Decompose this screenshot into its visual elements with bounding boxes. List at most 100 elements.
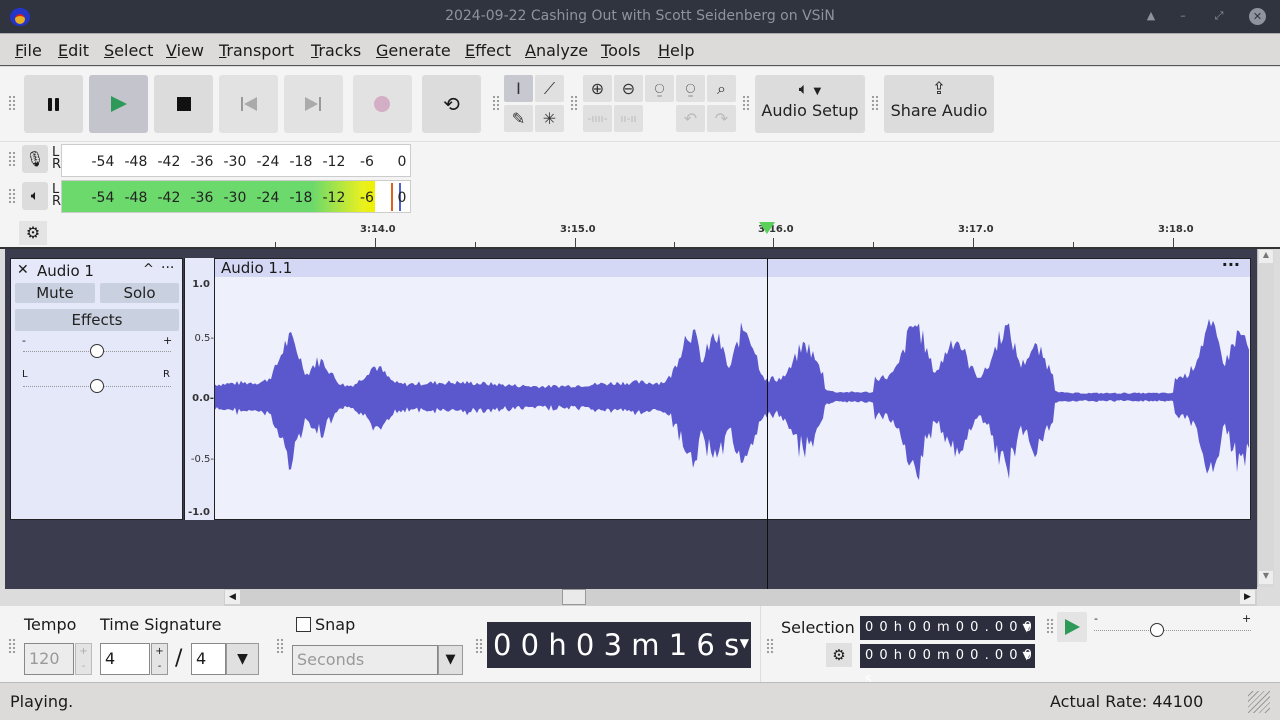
play-button[interactable] — [89, 75, 148, 133]
horizontal-scrollbar[interactable]: ◀ ▶ — [224, 589, 1257, 606]
toolbar-grip[interactable] — [475, 638, 483, 654]
skip-end-button[interactable] — [284, 75, 343, 133]
menu-tracks[interactable]: Tracks — [311, 41, 361, 60]
menu-file[interactable]: File — [15, 41, 42, 60]
record-meter[interactable]: -54 -48 -42 -36 -30 -24 -18 -12 -6 0 — [61, 144, 411, 177]
tempo-stepper[interactable]: + - — [75, 643, 92, 675]
playback-meter[interactable]: -54 -48 -42 -36 -30 -24 -18 -12 -6 0 — [61, 180, 411, 213]
timeline-ruler[interactable]: ⚙ 3:14.0 3:15.0 3:16.0 3:17.0 3:18.0 — [0, 217, 1280, 249]
effects-button[interactable]: Effects — [15, 309, 179, 331]
snap-dropdown-icon[interactable]: ▼ — [438, 645, 463, 675]
skip-start-button[interactable] — [219, 75, 278, 133]
vertical-scrollbar[interactable]: ▲ ▼ — [1257, 249, 1274, 587]
play-icon — [111, 96, 127, 112]
meter-grip[interactable] — [8, 151, 16, 167]
selection-settings-button[interactable]: ⚙ — [826, 643, 852, 667]
playback-meter-button[interactable]: 🔈︎ — [22, 182, 48, 210]
scroll-down-icon[interactable]: ▼ — [1259, 571, 1273, 584]
menu-effect[interactable]: Effect — [465, 41, 511, 60]
speed-slider-thumb[interactable] — [1149, 623, 1164, 637]
meter-grip[interactable] — [8, 188, 16, 204]
resize-grip-icon[interactable] — [1248, 691, 1270, 713]
toolbar-grip[interactable] — [742, 95, 750, 111]
menu-select[interactable]: Select — [104, 41, 153, 60]
zoom-toggle-button[interactable]: ⌕ — [707, 75, 736, 102]
toolbar-grip[interactable] — [492, 95, 500, 111]
record-button[interactable] — [353, 75, 412, 133]
track-name[interactable]: Audio 1 — [37, 262, 94, 280]
time-sig-stepper[interactable]: + - — [151, 643, 168, 675]
redo-button[interactable]: ↷ — [707, 105, 736, 132]
scroll-thumb[interactable] — [562, 589, 586, 605]
pause-button[interactable] — [24, 75, 83, 133]
fit-project-button[interactable]: ⍜ — [676, 75, 705, 102]
close-icon[interactable]: ✕ — [1249, 8, 1266, 25]
snap-checkbox[interactable] — [296, 617, 311, 632]
silence-button[interactable]: ıı-ıı — [614, 105, 643, 132]
selection-tool-button[interactable]: I — [504, 75, 533, 102]
meter-scale-label: -24 — [256, 154, 280, 170]
snap-unit-select[interactable]: Seconds — [292, 645, 438, 675]
scroll-up-icon[interactable]: ▲ — [1259, 250, 1273, 263]
record-meter-button[interactable]: 🎙︎ — [22, 145, 48, 173]
pan-slider-thumb[interactable] — [90, 379, 104, 393]
solo-button[interactable]: Solo — [100, 283, 179, 303]
gear-icon: ⚙ — [832, 646, 846, 664]
scroll-left-icon[interactable]: ◀ — [225, 590, 240, 604]
track-control-panel[interactable]: ✕ Audio 1 ^ ··· Mute Solo Effects - + L … — [10, 258, 183, 520]
speed-slider-track[interactable] — [1094, 630, 1251, 631]
menu-tools[interactable]: Tools — [601, 41, 640, 60]
speaker-icon: 🔈︎ — [30, 188, 40, 204]
timeline-settings-button[interactable]: ⚙ — [19, 221, 47, 245]
toolbar-grip[interactable] — [8, 95, 16, 111]
menu-help[interactable]: Help — [658, 41, 694, 60]
fit-selection-button[interactable]: ⍜ — [645, 75, 674, 102]
toolbar-grip[interactable] — [8, 638, 16, 654]
toolbar-grip[interactable] — [276, 638, 284, 654]
loop-button[interactable]: ⟲ — [422, 75, 481, 133]
zoom-in-button[interactable]: ⊕ — [583, 75, 612, 102]
dropdown-arrow-icon[interactable]: ▼ — [740, 620, 749, 666]
time-display[interactable]: 0 0 h 0 3 m 1 6 s ▼ — [487, 622, 751, 668]
mute-button[interactable]: Mute — [15, 283, 95, 303]
selection-start-field[interactable]: 0 0 h 0 0 m 0 0 . 0 0 0 s ▼ — [860, 616, 1035, 659]
menu-edit[interactable]: Edit — [58, 41, 89, 60]
stop-button[interactable] — [154, 75, 213, 133]
menu-generate[interactable]: Generate — [376, 41, 451, 60]
play-at-speed-button[interactable] — [1057, 612, 1087, 642]
draw-tool-button[interactable]: ✎ — [504, 105, 533, 132]
audio-setup-button[interactable]: 🔈︎ ▼ Audio Setup — [755, 75, 865, 133]
menu-analyze[interactable]: Analyze — [525, 41, 588, 60]
multi-tool-button[interactable]: ✳ — [535, 105, 564, 132]
menu-view[interactable]: View — [166, 41, 204, 60]
time-sig-numerator-input[interactable]: 4 — [100, 643, 150, 675]
minimize-icon[interactable]: – — [1176, 9, 1190, 23]
dropdown-arrow-icon[interactable]: ▼ — [1023, 616, 1032, 640]
track-menu-icon[interactable]: ··· — [161, 260, 174, 276]
close-track-icon[interactable]: ✕ — [17, 262, 29, 278]
time-sig-denominator-input[interactable]: 4 — [191, 643, 226, 675]
time-sig-dropdown-icon[interactable]: ▼ — [226, 643, 259, 675]
time-display-value: 0 0 h 0 3 m 1 6 s — [493, 628, 740, 662]
toolbar-grip[interactable] — [1046, 618, 1054, 634]
scroll-right-icon[interactable]: ▶ — [1240, 590, 1255, 604]
dropdown-arrow-icon[interactable]: ▼ — [1023, 644, 1032, 668]
waveform-clip[interactable]: Audio 1.1 ··· — [214, 255, 1251, 520]
tempo-input[interactable]: 120 — [24, 643, 74, 675]
share-audio-button[interactable]: ⇪ Share Audio — [884, 75, 994, 133]
undo-button[interactable]: ↶ — [676, 105, 705, 132]
toolbar-grip[interactable] — [570, 95, 578, 111]
meter-scale-label: -12 — [322, 190, 346, 206]
trim-outside-button[interactable]: -ıııı- — [583, 105, 612, 132]
menu-transport[interactable]: Transport — [219, 41, 294, 60]
playhead-marker-icon[interactable] — [759, 222, 775, 234]
gain-slider-thumb[interactable] — [90, 344, 104, 358]
toolbar-grip[interactable] — [766, 638, 774, 654]
envelope-tool-button[interactable]: ⟋ — [535, 75, 564, 102]
toolbar-grip[interactable] — [871, 95, 879, 111]
zoom-out-button[interactable]: ⊖ — [614, 75, 643, 102]
collapse-icon[interactable]: ^ — [143, 262, 154, 277]
eject-icon[interactable]: ▲ — [1144, 9, 1158, 23]
maximize-icon[interactable]: ⤢ — [1212, 9, 1226, 23]
selection-end-field[interactable]: 0 0 h 0 0 m 0 0 . 0 0 0 s ▼ — [860, 644, 1035, 687]
